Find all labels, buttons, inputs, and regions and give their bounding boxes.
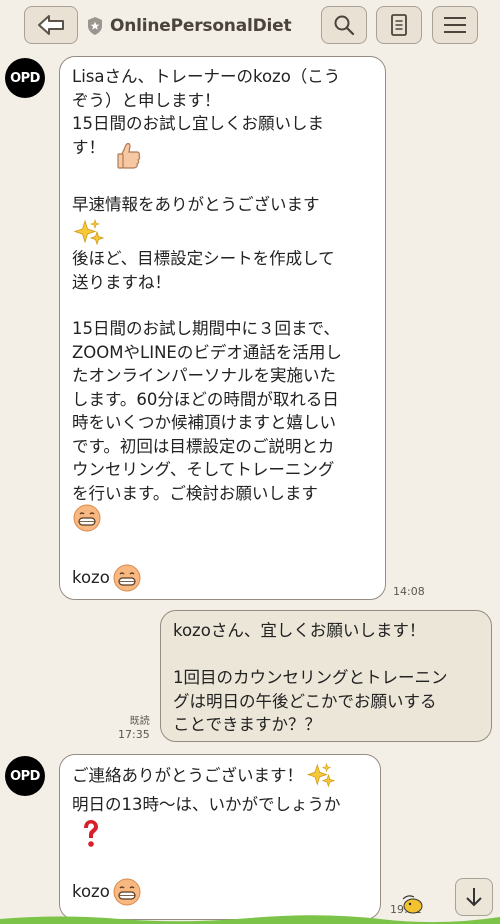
note-icon <box>391 14 407 36</box>
message-text: kozoさん、宜しくお願いします！ 1回目のカウンセリングとトレーニン グは明日… <box>173 621 448 734</box>
arrow-down-icon <box>466 888 482 907</box>
sparkles-emoji-icon <box>307 763 335 788</box>
sparkles-emoji-icon <box>74 219 104 246</box>
message-text: ご連絡ありがとうございます！ <box>72 766 303 786</box>
avatar[interactable]: OPD <box>5 756 45 796</box>
grinning-face-emoji-icon <box>113 564 141 592</box>
search-icon <box>334 15 355 36</box>
thumbs-up-emoji-icon <box>117 143 141 169</box>
search-button[interactable] <box>321 6 367 44</box>
read-receipt: 既読 17:35 <box>118 715 150 741</box>
message-bubble-incoming[interactable]: Lisaさん、トレーナーのkozo（こう ぞう）と申します！ 15日間のお試し宜… <box>59 56 386 600</box>
menu-button[interactable] <box>432 6 478 44</box>
hamburger-menu-icon <box>444 17 466 33</box>
message-bubble-incoming[interactable]: ご連絡ありがとうございます！ 明日の13時〜は、いかがでしょうか kozo <box>59 754 381 920</box>
avatar-label: OPD <box>10 768 40 784</box>
chat-title-text: OnlinePersonalDiet <box>110 16 292 36</box>
avatar[interactable]: OPD <box>5 58 45 98</box>
avatar-label: OPD <box>10 70 40 86</box>
grinning-face-emoji-icon <box>73 504 101 532</box>
message-time: 14:08 <box>393 585 425 598</box>
grinning-face-emoji-icon <box>113 878 141 906</box>
read-label: 既読 <box>129 716 150 727</box>
message-signature: kozo <box>72 568 110 588</box>
back-button[interactable] <box>24 6 78 44</box>
chat-header: OnlinePersonalDiet <box>0 0 500 50</box>
chat-title: OnlinePersonalDiet <box>86 12 292 40</box>
notes-button[interactable] <box>376 6 422 44</box>
message-text: 早速情報をありがとうございます <box>72 195 320 214</box>
scroll-to-bottom-button[interactable] <box>455 878 493 916</box>
message-line: ご連絡ありがとうございます！ <box>72 763 370 789</box>
shield-star-icon <box>88 17 102 35</box>
signature-line: kozo <box>72 877 142 907</box>
message-text: 明日の13時〜は、いかがでしょうか <box>72 795 341 814</box>
message-signature: kozo <box>72 882 110 902</box>
message-text: 後ほど、目標設定シートを作成して 送りますね！ <box>72 249 335 292</box>
message-time: 17:35 <box>118 728 150 741</box>
back-arrow-icon <box>38 15 64 35</box>
red-question-mark-icon <box>84 819 98 847</box>
message-text: 15日間のお試し期間中に３回まで、 ZOOMやLINEのビデオ通話を活用し たオ… <box>72 319 342 503</box>
bird-sticker-icon <box>402 895 423 914</box>
signature-line: kozo <box>72 563 142 593</box>
message-bubble-outgoing[interactable]: kozoさん、宜しくお願いします！ 1回目のカウンセリングとトレーニン グは明日… <box>160 610 492 742</box>
